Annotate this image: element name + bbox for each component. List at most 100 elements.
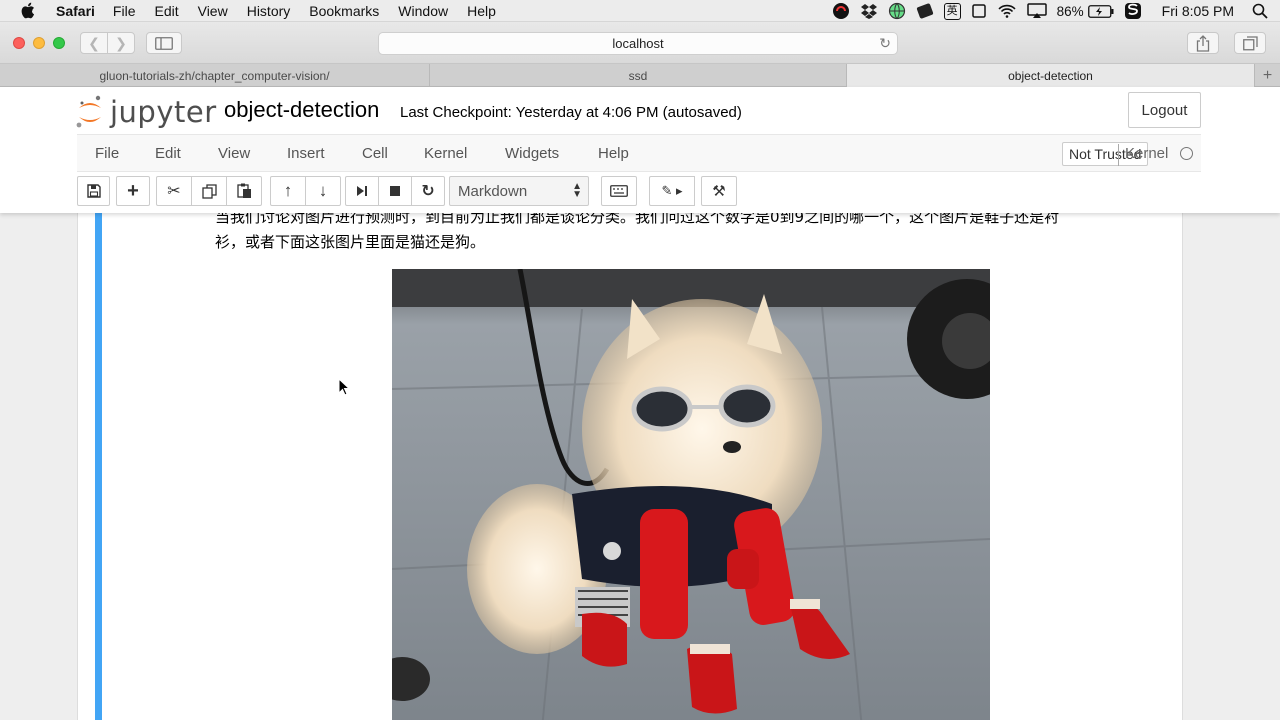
menu-edit[interactable]: Edit <box>154 3 178 19</box>
window-icon[interactable] <box>971 0 987 22</box>
menu-help[interactable]: Help <box>467 3 496 19</box>
kernel-separator <box>1118 144 1119 166</box>
battery-percent: 86% <box>1056 3 1084 19</box>
jupyter-menu-cell[interactable]: Cell <box>362 145 388 162</box>
spotlight-icon[interactable] <box>1252 0 1268 22</box>
globe-icon[interactable] <box>888 0 906 22</box>
run-button[interactable] <box>345 176 379 206</box>
macos-menubar: Safari File Edit View History Bookmarks … <box>0 0 1280 22</box>
scrobbler-icon[interactable] <box>1124 0 1142 22</box>
new-tab-button[interactable]: + <box>1255 64 1280 87</box>
url-text: localhost <box>612 36 664 51</box>
notebook-area: 当我们讨论对图片进行预测时，到目前为止我们都是谈论分类。我们问过这个数字是0到9… <box>0 208 1280 720</box>
jupyter-menu-view[interactable]: View <box>218 145 250 162</box>
kernel-idle-indicator-icon <box>1180 147 1193 160</box>
chevron-right-icon: ❯ <box>115 34 127 51</box>
jupyter-logo-icon <box>76 95 101 128</box>
menu-bookmarks[interactable]: Bookmarks <box>309 3 379 19</box>
jupyter-menu-file[interactable]: File <box>95 145 119 162</box>
chevron-left-icon: ❮ <box>88 34 100 51</box>
insert-cell-button[interactable]: + <box>116 176 150 206</box>
plus-icon: + <box>1262 66 1273 84</box>
dropbox-icon[interactable] <box>860 0 878 22</box>
sidebar-toggle-button[interactable] <box>146 32 182 54</box>
select-caret-icon: ▲ ▼ <box>572 181 582 200</box>
logout-button[interactable]: Logout <box>1128 92 1201 128</box>
move-up-button[interactable]: ↑ <box>270 176 306 206</box>
ime-icon[interactable]: 英 <box>943 0 961 22</box>
save-button[interactable] <box>77 176 110 206</box>
fullscreen-window-button[interactable] <box>53 37 65 49</box>
restart-kernel-button[interactable]: ↻ <box>411 176 445 206</box>
restart-icon: ↻ <box>421 183 435 200</box>
forward-button[interactable]: ❯ <box>107 32 135 54</box>
tabs-icon <box>1242 35 1258 50</box>
keyboard-icon <box>610 185 628 197</box>
reload-icon[interactable]: ↻ <box>879 35 891 52</box>
app-name[interactable]: Safari <box>56 3 95 19</box>
menu-file[interactable]: File <box>113 3 136 19</box>
checkpoint-status: Last Checkpoint: Yesterday at 4:06 PM (a… <box>400 104 742 121</box>
command-palette-button[interactable] <box>601 176 637 206</box>
notebook-container: 当我们讨论对图片进行预测时，到目前为止我们都是谈论分类。我们问过这个数字是0到9… <box>77 208 1183 720</box>
clock[interactable]: Fri 8:05 PM <box>1162 0 1234 22</box>
scissors-icon: ✂ <box>167 183 181 200</box>
show-tabs-button[interactable] <box>1234 32 1266 54</box>
record-icon[interactable] <box>832 0 850 22</box>
copy-button[interactable] <box>191 176 227 206</box>
cell-type-select[interactable]: Markdown ▲ ▼ <box>449 176 589 206</box>
copy-icon <box>201 183 217 199</box>
move-down-button[interactable]: ↓ <box>305 176 341 206</box>
safari-toolbar: ❮ ❯ localhost ↻ <box>0 22 1280 64</box>
cell-type-value: Markdown <box>458 182 528 200</box>
jupyter-menubar: File Edit View Insert Cell Kernel Widget… <box>77 134 1201 172</box>
mouse-cursor-icon <box>338 377 351 401</box>
back-button[interactable]: ❮ <box>80 32 108 54</box>
nbextension-button[interactable]: ⚒ <box>701 176 737 206</box>
close-window-button[interactable] <box>13 37 25 49</box>
tab-gluon-tutorials[interactable]: gluon-tutorials-zh/chapter_computer-visi… <box>0 64 430 87</box>
pomeranian-sunglasses-image <box>392 269 990 720</box>
airplay-icon[interactable] <box>1026 0 1047 22</box>
sidebar-icon <box>155 36 173 50</box>
tab-ssd[interactable]: ssd <box>430 64 847 87</box>
address-bar[interactable]: localhost ↻ <box>378 32 898 55</box>
arrow-up-icon: ↑ <box>283 181 293 200</box>
wifi-icon[interactable] <box>997 0 1017 22</box>
jupyter-menu-insert[interactable]: Insert <box>287 145 325 162</box>
kernel-name: Kernel <box>1125 145 1169 162</box>
cell-toolbar-button[interactable]: ✎ ▸ <box>649 176 695 206</box>
notebook-title[interactable]: object-detection <box>224 97 379 123</box>
brush-icon: ✎ ▸ <box>661 183 683 198</box>
paste-button[interactable] <box>226 176 262 206</box>
jupyter-menu-edit[interactable]: Edit <box>155 145 181 162</box>
evernote-icon[interactable] <box>916 0 934 22</box>
tab-bar: gluon-tutorials-zh/chapter_computer-visi… <box>0 64 1280 87</box>
paste-icon <box>236 183 251 198</box>
selected-cell-indicator <box>95 213 102 720</box>
arrow-down-icon: ↓ <box>318 181 328 200</box>
jupyter-header: jupyter object-detection Last Checkpoint… <box>0 87 1280 213</box>
minimize-window-button[interactable] <box>33 37 45 49</box>
stop-icon <box>390 186 400 196</box>
jupyter-menu-help[interactable]: Help <box>598 145 629 162</box>
battery-icon[interactable] <box>1087 0 1114 22</box>
save-icon <box>86 184 101 198</box>
menu-window[interactable]: Window <box>398 3 448 19</box>
step-forward-icon <box>357 186 367 196</box>
jupyter-menu-widgets[interactable]: Widgets <box>505 145 559 162</box>
jupyter-menu-kernel[interactable]: Kernel <box>424 145 467 162</box>
markdown-line-2: 衫，或者下面这张图片里面是猫还是狗。 <box>215 233 486 251</box>
hammer-icon: ⚒ <box>712 183 726 200</box>
share-button[interactable] <box>1187 32 1219 54</box>
menu-view[interactable]: View <box>198 3 228 19</box>
menu-history[interactable]: History <box>247 3 291 19</box>
share-icon <box>1196 34 1210 52</box>
jupyter-logo-text: jupyter <box>110 95 217 129</box>
apple-menu-icon[interactable] <box>20 2 42 19</box>
jupyter-logo[interactable]: jupyter <box>76 95 217 129</box>
status-area: 英 86% Fri 8:05 PM <box>832 0 1280 22</box>
tab-object-detection[interactable]: object-detection <box>847 64 1255 87</box>
interrupt-kernel-button[interactable] <box>378 176 412 206</box>
cut-button[interactable]: ✂ <box>156 176 192 206</box>
